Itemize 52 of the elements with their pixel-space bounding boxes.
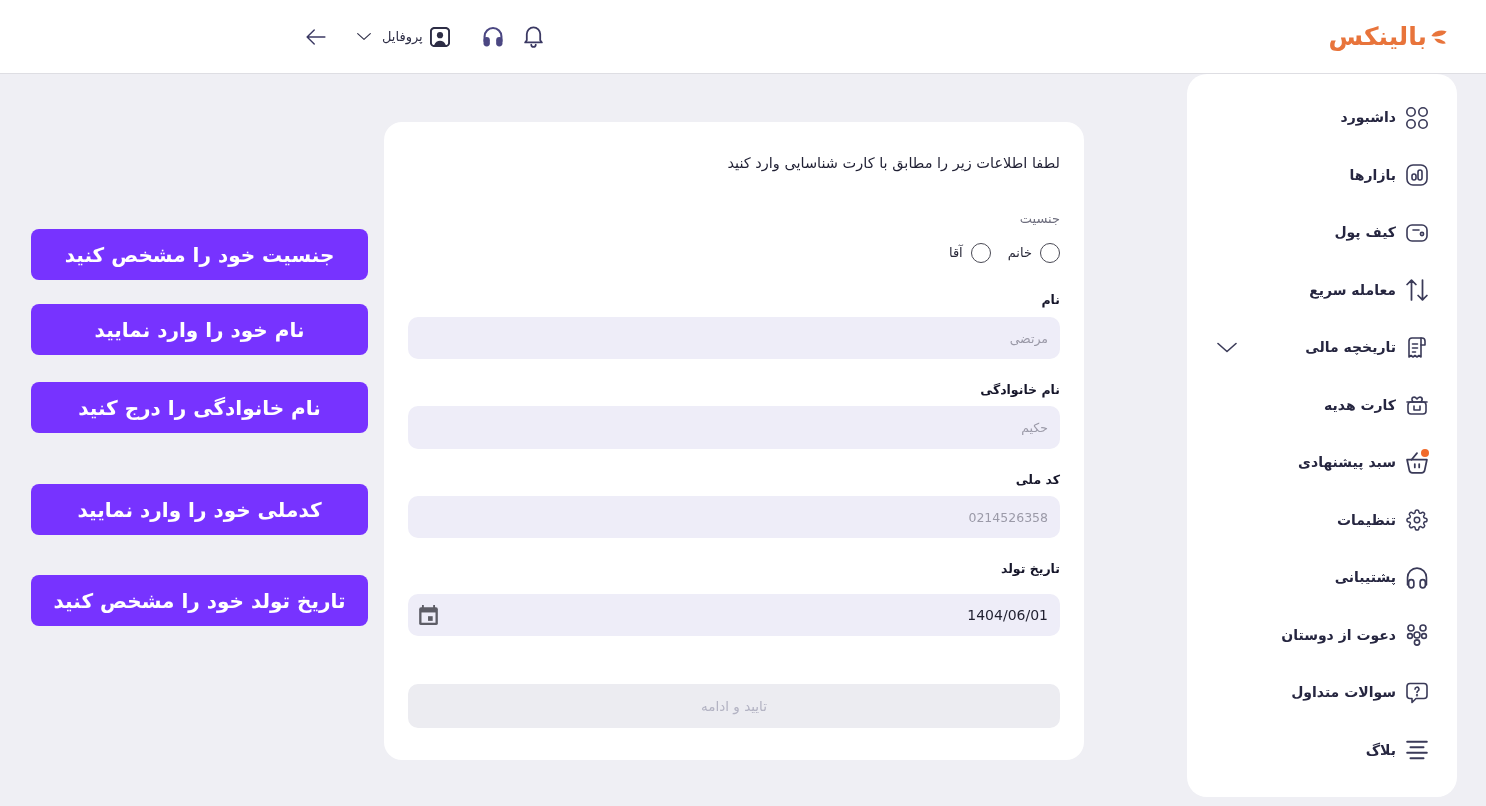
field-label: کد ملی xyxy=(1014,471,1060,489)
bar-chart-icon xyxy=(1406,164,1428,187)
callout-banner: جنسیت خود را مشخص کنید xyxy=(31,229,368,280)
sidebar-item[interactable]: تاریخچه مالی xyxy=(1187,319,1457,377)
callout-banner: نام خود را وارد نمایید xyxy=(31,304,368,355)
callout-banner: نام خانوادگی را درج کنید xyxy=(31,382,368,433)
sidebar-item[interactable]: سوالات متداول xyxy=(1187,664,1457,722)
sidebar-item[interactable]: کارت هدیه xyxy=(1187,376,1457,434)
field-label: نام خانوادگی xyxy=(979,381,1060,400)
support-button[interactable] xyxy=(481,26,504,47)
sidebar-item[interactable]: دعوت از دوستان xyxy=(1187,606,1457,664)
gift-basket-icon xyxy=(1406,394,1428,417)
user-avatar-icon xyxy=(429,26,450,47)
profile-menu[interactable]: پروفایل xyxy=(357,26,450,47)
up-down-arrows-icon xyxy=(1406,279,1428,302)
circles-grid-icon xyxy=(1406,106,1428,129)
back-button[interactable] xyxy=(305,28,327,45)
sidebar-item[interactable]: پشتیبانی xyxy=(1187,549,1457,607)
sidebar-item[interactable]: کیف پول xyxy=(1187,204,1457,262)
field-label: تاریخ تولد xyxy=(999,560,1060,578)
callout-banner: تاریخ تولد خود را مشخص کنید xyxy=(31,575,368,626)
arrow-left-icon xyxy=(305,28,327,45)
question-bubble-icon xyxy=(1406,681,1428,704)
receipt-icon xyxy=(1406,336,1428,359)
radio-label[interactable]: خانم xyxy=(1007,243,1032,263)
radio-button[interactable] xyxy=(1040,243,1060,263)
text-lines-icon xyxy=(1406,739,1428,762)
text-field[interactable]: 0214526358 xyxy=(408,496,1060,538)
field-label: جنسیت xyxy=(1018,210,1060,228)
date-field[interactable]: 1404/06/01 xyxy=(408,594,1060,636)
sidebar-item[interactable]: بازارها xyxy=(1187,146,1457,204)
radio-button[interactable] xyxy=(970,243,991,263)
settings-icon xyxy=(1406,509,1428,532)
callout-banner: کدملی خود را وارد نمایید xyxy=(31,484,368,535)
text-field[interactable]: حکیم xyxy=(408,406,1060,449)
basket-icon xyxy=(1406,451,1428,474)
field-label: نام xyxy=(1040,291,1060,310)
bell-icon xyxy=(523,25,543,48)
calendar-icon xyxy=(419,605,438,626)
instruction-text: لطفا اطلاعات زیر را مطابق با کارت شناسایی وارد کنید xyxy=(726,154,1060,174)
notifications-button[interactable] xyxy=(523,25,543,48)
sidebar-item[interactable]: بلاگ xyxy=(1187,721,1457,779)
wallet-icon xyxy=(1406,221,1428,244)
sidebar-item[interactable]: معامله سریع xyxy=(1187,261,1457,319)
headphones-icon xyxy=(481,26,504,47)
radio-label[interactable]: آقا xyxy=(948,243,963,263)
circles-cluster-icon xyxy=(1406,624,1428,647)
headphones-icon xyxy=(1406,566,1428,589)
sidebar-item[interactable]: سبد پیشنهادی xyxy=(1187,434,1457,492)
text-field[interactable]: مرتضی xyxy=(408,317,1060,359)
sidebar-item[interactable]: تنظیمات xyxy=(1187,491,1457,549)
sidebar-item[interactable]: داشبورد xyxy=(1187,89,1457,147)
